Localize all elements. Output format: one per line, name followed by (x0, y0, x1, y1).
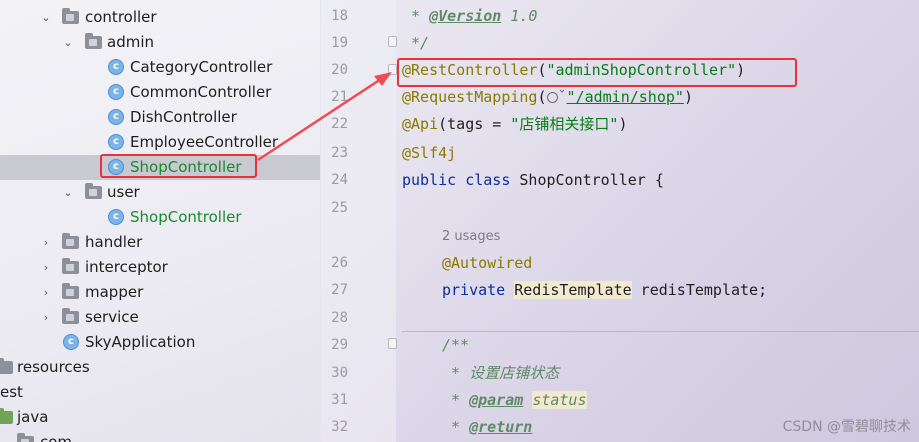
tree-item-label: service (85, 308, 139, 326)
package-folder-icon (85, 33, 102, 49)
line-number: 22 (331, 116, 348, 132)
chevron-down-icon[interactable]: ⌄ (40, 5, 52, 30)
tree-row-service[interactable]: › service (0, 305, 320, 330)
tree-item-label: est (0, 383, 23, 401)
tree-item-label: DishController (130, 108, 237, 126)
tree-row-user[interactable]: ⌄ user (0, 180, 320, 205)
tree-item-label: CategoryController (130, 58, 273, 76)
resources-folder-icon (0, 358, 13, 374)
tree-item-label: mapper (85, 283, 144, 301)
chevron-right-icon[interactable]: › (40, 255, 52, 280)
code-line-26: @Autowired (442, 254, 533, 272)
tree-row-user-shop-controller[interactable]: c ShopController (0, 205, 320, 230)
code-line-24: public class ShopController { (402, 171, 664, 189)
code-line-27: private RedisTemplate redisTemplate; (442, 281, 768, 299)
class-icon: c (108, 109, 124, 125)
line-number: 28 (331, 310, 348, 326)
line-number: 18 (331, 8, 348, 24)
tree-row-category-controller[interactable]: c CategoryController (0, 55, 320, 80)
fold-marker-icon[interactable] (388, 64, 397, 75)
test-folder-icon (0, 408, 13, 424)
package-folder-icon (62, 8, 79, 24)
code-line-30: * 设置店铺状态 (442, 364, 560, 382)
usages-hint[interactable]: 2 usages (442, 223, 500, 250)
package-folder-icon (62, 233, 79, 249)
watermark: CSDN @雪碧聊技术 (782, 419, 911, 435)
tree-row-common-controller[interactable]: c CommonController (0, 80, 320, 105)
chevron-right-icon[interactable]: › (40, 280, 52, 305)
package-folder-icon (62, 308, 79, 324)
code-line-29: /** (442, 336, 470, 354)
code-line-21: @RequestMapping(ˇ"/admin/shop") (402, 88, 693, 106)
class-icon: c (108, 59, 124, 75)
tree-item-label: SkyApplication (85, 333, 196, 351)
class-icon: c (108, 134, 124, 150)
tree-item-label: interceptor (85, 258, 168, 276)
chevron-down-icon[interactable]: ⌄ (62, 30, 74, 55)
tree-row-java[interactable]: java (0, 405, 320, 430)
chevron-down-icon[interactable]: ⌄ (62, 180, 74, 205)
line-number: 25 (331, 200, 348, 216)
tree-item-label: java (17, 408, 49, 426)
tree-row-controller[interactable]: ⌄ controller (0, 5, 320, 30)
method-separator (402, 331, 919, 332)
fold-marker-icon[interactable] (388, 338, 397, 349)
chevron-right-icon[interactable]: › (40, 230, 52, 255)
package-folder-icon (62, 283, 79, 299)
line-number: 29 (331, 337, 348, 353)
line-number: 26 (331, 255, 348, 271)
code-line-31: * @param status (442, 391, 587, 409)
tree-row-handler[interactable]: › handler (0, 230, 320, 255)
code-line-19: */ (402, 34, 430, 52)
tree-item-label: resources (17, 358, 90, 376)
tree-item-label: ShopController (130, 208, 242, 226)
globe-icon[interactable] (546, 92, 558, 103)
package-folder-icon (85, 183, 102, 199)
tree-row-dish-controller[interactable]: c DishController (0, 105, 320, 130)
annotation-highlight-box (397, 58, 797, 87)
tree-item-label: admin (107, 33, 154, 51)
line-number: 27 (331, 282, 348, 298)
code-line-22: @Api(tags = "店铺相关接口") (402, 115, 628, 133)
package-folder-icon (62, 258, 79, 274)
class-icon: c (108, 209, 124, 225)
tree-item-label: controller (85, 8, 157, 26)
line-number: 19 (331, 35, 348, 51)
tree-row-test[interactable]: est (0, 380, 320, 405)
tree-item-label: EmployeeController (130, 133, 279, 151)
code-line-18: * @Version 1.0 (402, 7, 538, 25)
spring-app-class-icon: c (63, 334, 79, 350)
project-tree: ⌄ controller ⌄ admin c CategoryControlle… (0, 0, 321, 442)
tree-row-mapper[interactable]: › mapper (0, 280, 320, 305)
line-number: 20 (331, 62, 348, 78)
fold-marker-icon[interactable] (388, 36, 397, 47)
line-number: 21 (331, 89, 348, 105)
tree-row-com[interactable]: com (0, 430, 320, 442)
line-number: 24 (331, 172, 348, 188)
code-line-23: @Slf4j (402, 144, 457, 162)
tree-row-sky-application[interactable]: c SkyApplication (0, 330, 320, 355)
tree-row-resources[interactable]: resources (0, 355, 320, 380)
tree-row-interceptor[interactable]: › interceptor (0, 255, 320, 280)
class-icon: c (108, 84, 124, 100)
package-folder-icon (17, 433, 34, 442)
tree-item-label: handler (85, 233, 143, 251)
code-line-32: * @return (442, 418, 533, 436)
highlight-box (100, 154, 257, 178)
chevron-right-icon[interactable]: › (40, 305, 52, 330)
line-number: 31 (331, 392, 348, 408)
tree-item-label: CommonController (130, 83, 272, 101)
tree-item-label: user (107, 183, 140, 201)
tree-row-employee-controller[interactable]: c EmployeeController (0, 130, 320, 155)
line-number: 30 (331, 365, 348, 381)
tree-row-admin[interactable]: ⌄ admin (0, 30, 320, 55)
tree-item-label: com (40, 433, 73, 442)
line-number: 23 (331, 145, 348, 161)
line-number: 32 (331, 419, 348, 435)
